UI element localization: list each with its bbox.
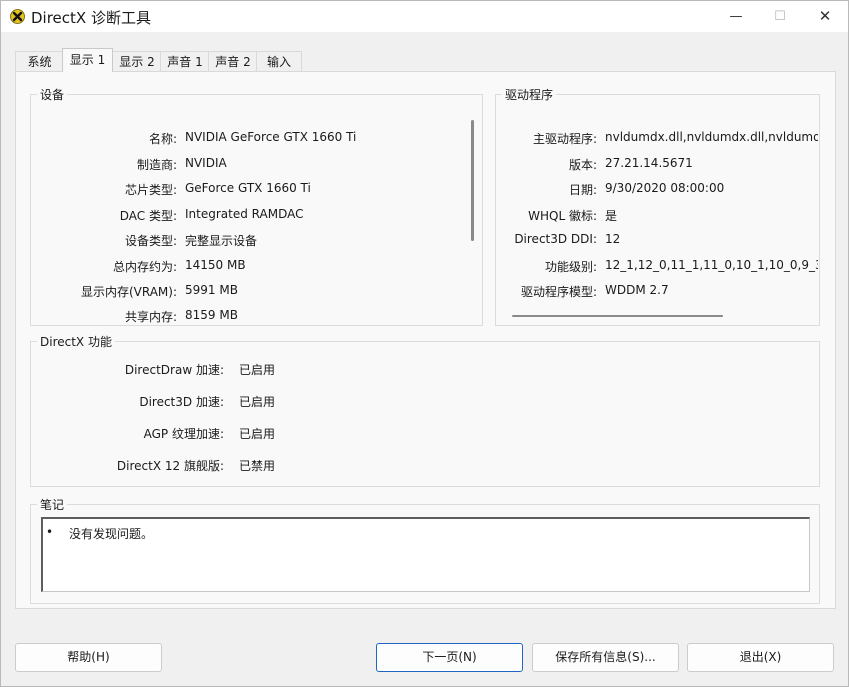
maximize-button[interactable]: ☐ bbox=[757, 1, 803, 32]
dac-type-value: Integrated RAMDAC bbox=[185, 207, 304, 221]
total-memory-value: 14150 MB bbox=[185, 258, 246, 272]
driver-horizontal-scrollbar[interactable] bbox=[512, 315, 723, 317]
tab-input[interactable]: 输入 bbox=[256, 51, 302, 72]
next-page-button[interactable]: 下一页(N) bbox=[376, 643, 523, 672]
tab-sound-1[interactable]: 声音 1 bbox=[160, 51, 210, 72]
main-driver-value: nvldumdx.dll,nvldumdx.dll,nvldumdx.d bbox=[605, 130, 818, 144]
save-all-info-button[interactable]: 保存所有信息(S)... bbox=[532, 643, 679, 672]
note-bullet: • bbox=[46, 525, 54, 539]
whql-label: WHQL 徽标: bbox=[528, 209, 597, 223]
manufacturer-label: 制造商: bbox=[136, 158, 177, 172]
dx12-ultimate-value: 已禁用 bbox=[239, 459, 276, 473]
tab-sound-2[interactable]: 声音 2 bbox=[208, 51, 258, 72]
directdraw-accel-label: DirectDraw 加速: bbox=[124, 363, 224, 377]
notes-textbox[interactable]: • 没有发现问题。 bbox=[41, 517, 810, 592]
driver-model-value: WDDM 2.7 bbox=[605, 283, 669, 297]
title-bar[interactable]: DirectX 诊断工具 — ☐ ✕ bbox=[1, 1, 848, 32]
total-memory-label: 总内存约为: bbox=[112, 260, 177, 274]
agp-texture-accel-label: AGP 纹理加速: bbox=[143, 427, 224, 441]
tab-display-1[interactable]: 显示 1 bbox=[62, 48, 113, 72]
note-item: 没有发现问题。 bbox=[69, 527, 154, 541]
main-driver-label: 主驱动程序: bbox=[532, 132, 597, 146]
close-button[interactable]: ✕ bbox=[802, 1, 848, 32]
agp-texture-accel-value: 已启用 bbox=[239, 427, 276, 441]
directdraw-accel-value: 已启用 bbox=[239, 363, 276, 377]
d3d-ddi-label: Direct3D DDI: bbox=[514, 232, 597, 246]
shared-memory-label: 共享内存: bbox=[124, 310, 177, 324]
driver-group-title: 驱动程序 bbox=[502, 86, 557, 103]
device-group-title: 设备 bbox=[37, 86, 68, 103]
shared-memory-value: 8159 MB bbox=[185, 308, 238, 322]
vram-value: 5991 MB bbox=[185, 283, 238, 297]
tab-display-2[interactable]: 显示 2 bbox=[112, 51, 162, 72]
manufacturer-value: NVIDIA bbox=[185, 156, 227, 170]
device-vertical-scrollbar[interactable] bbox=[471, 120, 474, 241]
dac-type-label: DAC 类型: bbox=[119, 209, 177, 223]
minimize-button[interactable]: — bbox=[713, 1, 759, 32]
chip-type-value: GeForce GTX 1660 Ti bbox=[185, 181, 311, 195]
chip-type-label: 芯片类型: bbox=[124, 183, 177, 197]
whql-value: 是 bbox=[605, 209, 618, 223]
notes-title: 笔记 bbox=[37, 496, 68, 513]
feature-levels-label: 功能级别: bbox=[544, 260, 597, 274]
direct3d-accel-label: Direct3D 加速: bbox=[139, 395, 224, 409]
version-label: 版本: bbox=[568, 158, 597, 172]
dxdiag-window: DirectX 诊断工具 — ☐ ✕ 系统 显示 1 显示 2 声音 1 声音 … bbox=[0, 0, 849, 687]
d3d-ddi-value: 12 bbox=[605, 232, 621, 246]
device-name-label: 名称: bbox=[148, 132, 177, 146]
tab-system[interactable]: 系统 bbox=[15, 51, 64, 72]
version-value: 27.21.14.5671 bbox=[605, 156, 693, 170]
driver-model-label: 驱动程序模型: bbox=[520, 285, 597, 299]
device-name-value: NVIDIA GeForce GTX 1660 Ti bbox=[185, 130, 357, 144]
direct3d-accel-value: 已启用 bbox=[239, 395, 276, 409]
window-title: DirectX 诊断工具 bbox=[31, 9, 151, 27]
exit-button[interactable]: 退出(X) bbox=[687, 643, 834, 672]
date-label: 日期: bbox=[568, 183, 597, 197]
device-type-value: 完整显示设备 bbox=[185, 234, 258, 248]
vram-label: 显示内存(VRAM): bbox=[80, 285, 177, 299]
directx-features-title: DirectX 功能 bbox=[37, 333, 115, 350]
device-type-label: 设备类型: bbox=[124, 234, 177, 248]
directx-app-icon bbox=[10, 9, 25, 24]
feature-levels-value: 12_1,12_0,11_1,11_0,10_1,10_0,9_3,9_2 bbox=[605, 258, 818, 272]
dx12-ultimate-label: DirectX 12 旗舰版: bbox=[116, 459, 224, 473]
date-value: 9/30/2020 08:00:00 bbox=[605, 181, 725, 195]
help-button[interactable]: 帮助(H) bbox=[15, 643, 162, 672]
